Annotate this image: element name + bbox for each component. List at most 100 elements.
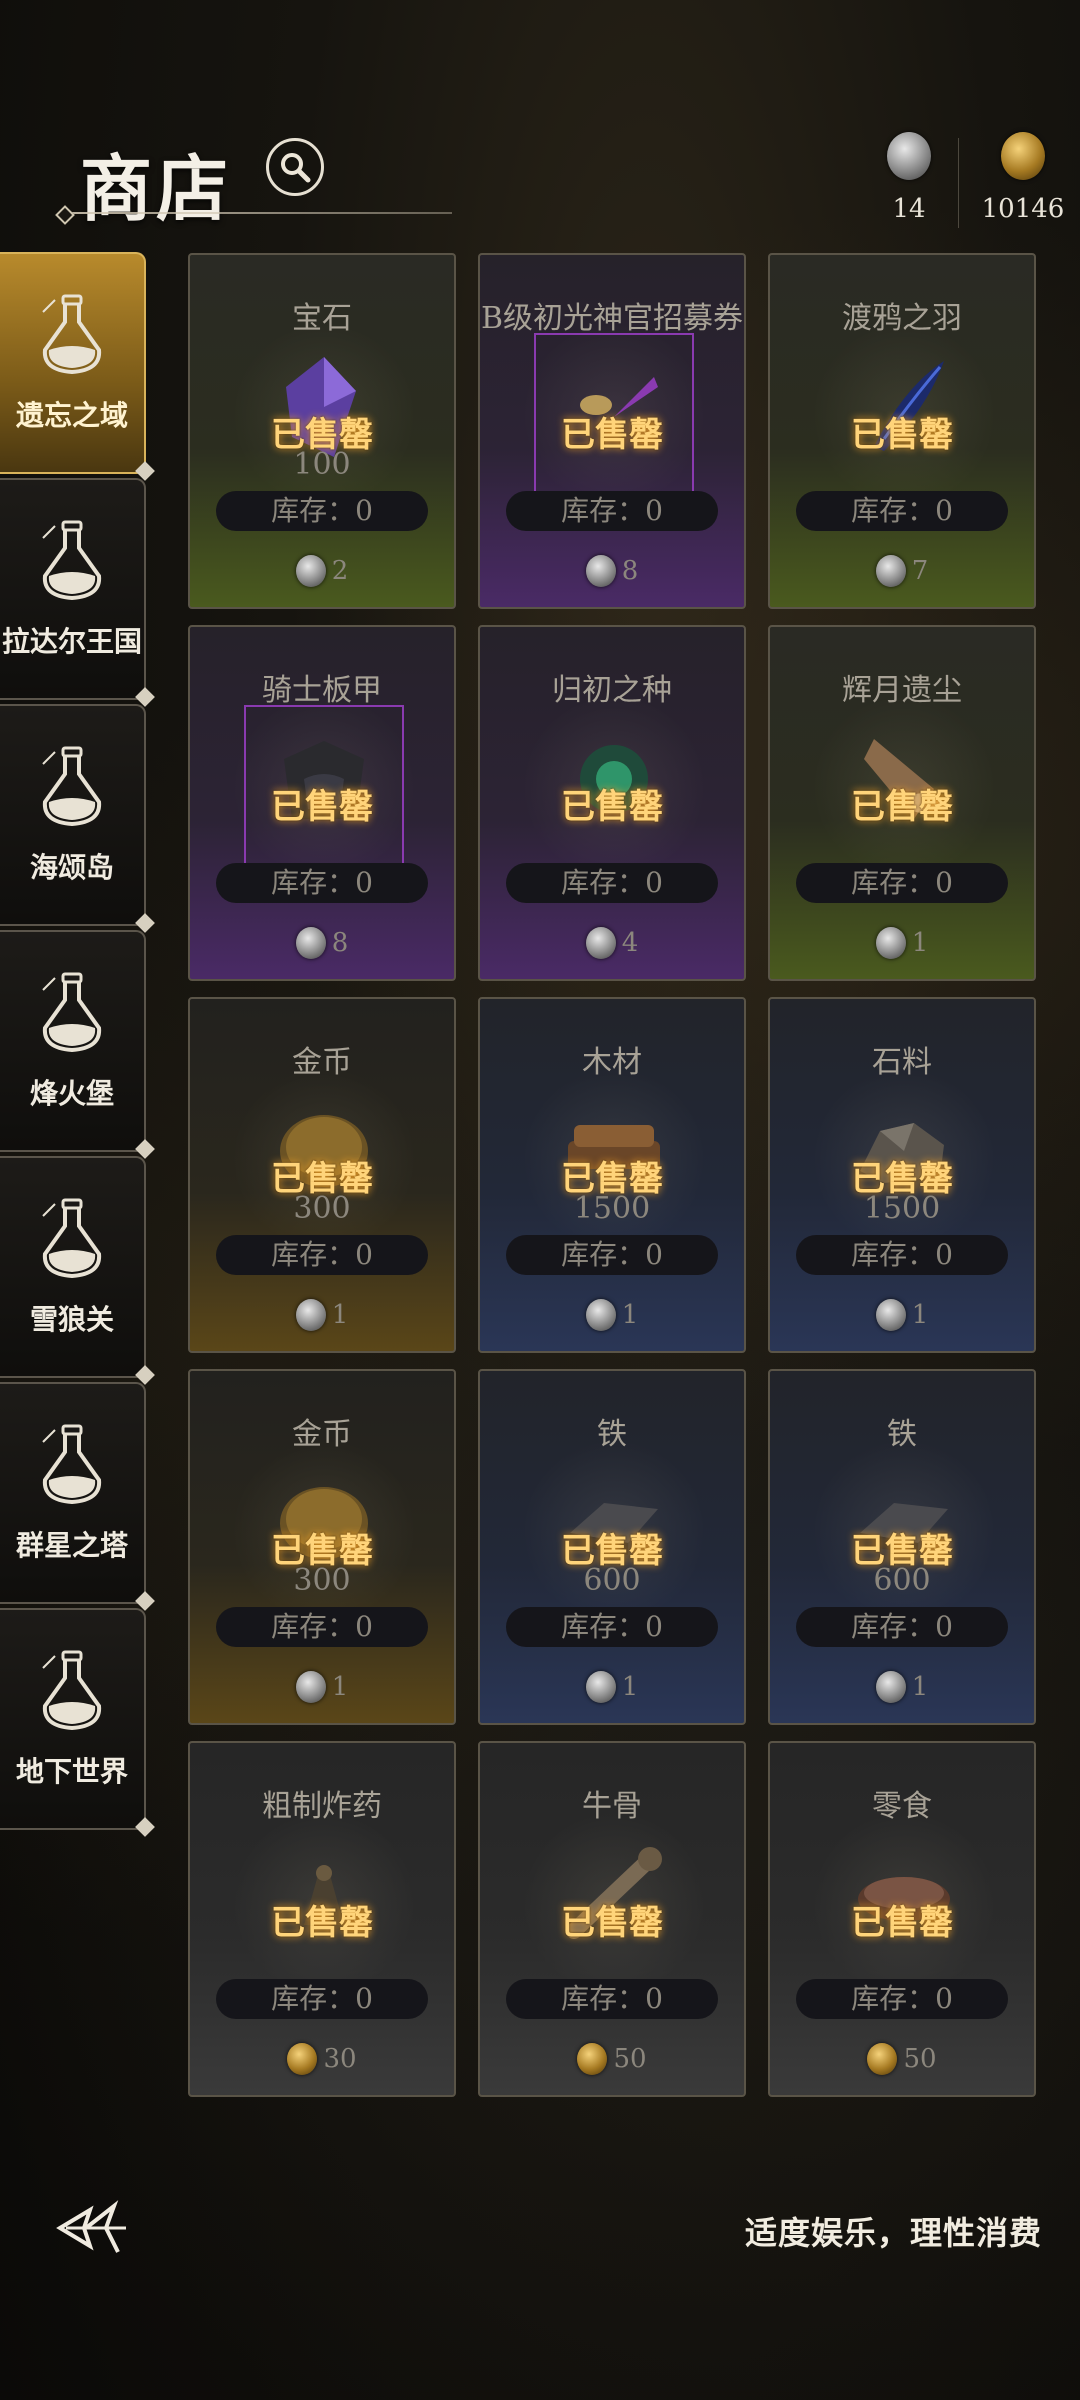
sold-out-label: 已售罄 (561, 1903, 663, 1943)
footer-slogan: 适度娱乐，理性消费 (744, 2214, 1042, 2252)
shop-header: 商店 14 10146 (0, 120, 1080, 231)
flask-icon (42, 1650, 102, 1731)
item-name: 金币 (292, 1045, 352, 1080)
shop-item-card[interactable]: 骑士板甲 已售罄 库存：0 8 (188, 625, 456, 981)
shop-item-card[interactable]: 辉月遗尘 已售罄 库存：0 1 (768, 625, 1036, 981)
stock-pill: 库存：0 (216, 1607, 428, 1647)
silver-coin-icon (295, 927, 326, 959)
region-sidebar: 遗忘之域拉达尔王国海颂岛烽火堡雪狼关群星之塔地下世界 (0, 252, 155, 1837)
search-icon (281, 153, 311, 183)
item-price: 1 (190, 1295, 454, 1335)
stock-pill: 库存：0 (216, 1979, 428, 2019)
stock-pill: 库存：0 (506, 863, 718, 903)
item-name: 粗制炸药 (262, 1789, 382, 1824)
item-quantity: 100 (293, 447, 351, 482)
item-price: 1 (770, 923, 1034, 963)
sold-out-label: 已售罄 (271, 1903, 373, 1943)
sidebar-tab-label: 地下世界 (15, 1755, 128, 1788)
price-value: 2 (331, 556, 349, 586)
item-price: 8 (480, 551, 744, 591)
game-logo-icon[interactable] (56, 2198, 136, 2258)
sold-out-label: 已售罄 (561, 787, 663, 827)
item-price: 1 (480, 1295, 744, 1335)
stock-pill: 库存：0 (506, 1607, 718, 1647)
item-price: 1 (770, 1667, 1034, 1707)
gold-coin-icon (1001, 132, 1045, 180)
tab-notch (135, 1817, 155, 1837)
shop-item-card[interactable]: 铁已售罄 600 库存：0 1 (768, 1369, 1036, 1725)
price-value: 8 (331, 928, 349, 958)
silver-coin-icon (585, 1671, 616, 1703)
price-value: 1 (331, 1300, 349, 1330)
shop-item-card[interactable]: 金币 已售罄 300 库存：0 1 (188, 1369, 456, 1725)
price-value: 1 (911, 928, 929, 958)
item-price: 1 (190, 1667, 454, 1707)
sidebar-tab[interactable]: 烽火堡 (0, 930, 155, 1159)
item-price: 50 (770, 2039, 1034, 2079)
price-value: 1 (331, 1672, 349, 1702)
gold-coin-icon (287, 2043, 318, 2075)
item-name: 铁 (597, 1417, 627, 1452)
stock-pill: 库存：0 (796, 1979, 1008, 2019)
stock-pill: 库存：0 (506, 491, 718, 531)
item-quantity: 1500 (573, 1191, 651, 1226)
item-quantity: 1500 (863, 1191, 941, 1226)
shop-item-card[interactable]: 粗制炸药已售罄库存：0 30 (188, 1741, 456, 2097)
silver-coin-icon (585, 1299, 616, 1331)
sold-out-label: 已售罄 (851, 415, 953, 455)
sidebar-tab[interactable]: 拉达尔王国 (0, 478, 155, 707)
sidebar-tab[interactable]: 雪狼关 (0, 1156, 155, 1385)
stock-pill: 库存：0 (506, 1235, 718, 1275)
sidebar-tab-label: 群星之塔 (15, 1529, 128, 1562)
price-value: 1 (911, 1672, 929, 1702)
shop-item-card[interactable]: 零食 已售罄 库存：0 50 (768, 1741, 1036, 2097)
shop-item-card[interactable]: 木材 已售罄 1500 库存：0 1 (478, 997, 746, 1353)
price-value: 1 (621, 1672, 639, 1702)
shop-item-card[interactable]: 归初之种 已售罄 库存：0 4 (478, 625, 746, 981)
sidebar-tab-label: 海颂岛 (29, 851, 114, 884)
silver-coin-icon (295, 1299, 326, 1331)
sidebar-tab[interactable]: 海颂岛 (0, 704, 155, 933)
stock-pill: 库存：0 (796, 1607, 1008, 1647)
flask-icon (42, 520, 102, 601)
shop-item-card[interactable]: 金币 已售罄 300 库存：0 1 (188, 997, 456, 1353)
stock-pill: 库存：0 (796, 491, 1008, 531)
stock-pill: 库存：0 (216, 491, 428, 531)
item-name: 石料 (872, 1045, 932, 1080)
shop-item-card[interactable]: B级初光神官招募券 已售罄 库存：0 8 (478, 253, 746, 609)
flask-icon (42, 746, 102, 827)
item-name: 归初之种 (552, 673, 672, 708)
gold-amount: 10146 (981, 194, 1065, 224)
item-price: 30 (190, 2039, 454, 2079)
shop-item-card[interactable]: 渡鸦之羽 已售罄 库存：0 7 (768, 253, 1036, 609)
shop-item-card[interactable]: 石料 已售罄 1500 库存：0 1 (768, 997, 1036, 1353)
shop-item-card[interactable]: 铁已售罄 600 库存：0 1 (478, 1369, 746, 1725)
gold-coin-icon (577, 2043, 608, 2075)
price-value: 8 (621, 556, 639, 586)
shop-item-card[interactable]: 宝石 已售罄 100 库存：0 2 (188, 253, 456, 609)
item-name: B级初光神官招募券 (480, 301, 744, 336)
sidebar-tab[interactable]: 地下世界 (0, 1608, 155, 1837)
stock-pill: 库存：0 (216, 1235, 428, 1275)
sidebar-tab-label: 雪狼关 (29, 1303, 114, 1336)
sold-out-label: 已售罄 (851, 787, 953, 827)
sold-out-label: 已售罄 (851, 1903, 953, 1943)
item-name: 金币 (292, 1417, 352, 1452)
item-name: 宝石 (292, 301, 352, 336)
currency-gold[interactable]: 10146 (968, 132, 1078, 224)
silver-coin-icon (887, 132, 931, 180)
shop-item-card[interactable]: 牛骨 已售罄 库存：0 50 (478, 1741, 746, 2097)
sidebar-tab[interactable]: 遗忘之域 (0, 252, 155, 481)
item-quantity: 300 (293, 1563, 351, 1598)
search-button[interactable] (266, 138, 324, 196)
sidebar-tab-label: 遗忘之域 (15, 399, 128, 432)
currency-silver[interactable]: 14 (876, 132, 942, 224)
silver-coin-icon (875, 1671, 906, 1703)
sidebar-tab[interactable]: 群星之塔 (0, 1382, 155, 1611)
silver-coin-icon (875, 927, 906, 959)
price-value: 1 (621, 1300, 639, 1330)
item-name: 骑士板甲 (262, 673, 382, 708)
title-underline (62, 212, 452, 214)
item-quantity: 600 (873, 1563, 931, 1598)
item-price: 1 (480, 1667, 744, 1707)
